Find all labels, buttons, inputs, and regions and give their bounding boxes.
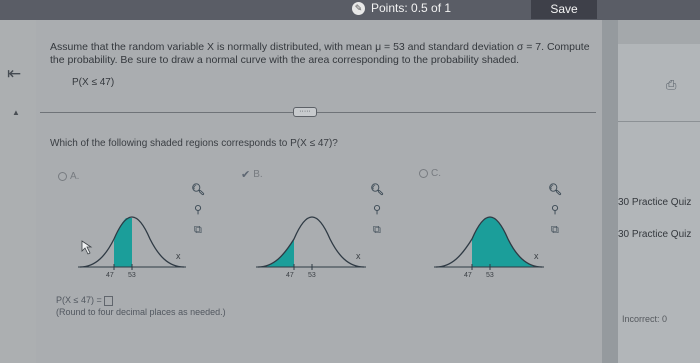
zoom-in-icon[interactable]: 🔍︎ [191, 185, 205, 196]
x-tick-label-53: 53 [128, 272, 136, 278]
answer-lhs: P(X ≤ 47) = [56, 295, 102, 305]
radio-icon[interactable] [58, 172, 67, 181]
option-b-label: B. [253, 169, 263, 180]
pop-out-icon[interactable]: ⧉ [551, 225, 559, 236]
option-a-label: A. [70, 171, 80, 182]
shaded-region [114, 218, 132, 267]
radio-icon[interactable] [419, 169, 428, 178]
points-indicator: ✎ Points: 0.5 of 1 [352, 1, 451, 15]
zoom-in-icon[interactable]: 🔍︎ [370, 185, 384, 196]
points-label: Points: 0.5 of 1 [371, 1, 452, 15]
points-icon: ✎ [352, 1, 365, 15]
option-c[interactable]: C. [419, 168, 441, 179]
pop-out-icon[interactable]: ⧉ [373, 225, 381, 236]
quiz-item[interactable]: 30 Practice Quiz [618, 229, 691, 240]
quiz-item[interactable]: 30 Practice Quiz [618, 197, 691, 208]
graph-a-tools: 🔍︎ ⚲ ⧉ [191, 185, 205, 236]
graph-c-tools: 🔍︎ ⚲ ⧉ [548, 185, 562, 236]
normal-curve [257, 216, 365, 268]
shaded-region [472, 217, 542, 267]
probability-expression: P(X ≤ 47) [72, 77, 115, 88]
x-tick-label-53: 53 [486, 272, 494, 278]
zoom-out-icon[interactable]: ⚲ [551, 205, 559, 216]
x-tick-label-47: 47 [286, 272, 294, 278]
sidebar-header [618, 20, 700, 44]
zoom-out-icon[interactable]: ⚲ [194, 205, 202, 216]
shaded-region [258, 239, 294, 267]
right-sidebar: ⎙ 30 Practice Quiz 30 Practice Quiz Inco… [618, 20, 700, 363]
graph-b-tools: 🔍︎ ⚲ ⧉ [370, 185, 384, 236]
graph-a: 47 53 x [78, 216, 186, 278]
panel-separator [602, 20, 618, 363]
back-arrow-icon[interactable]: ⇤ [7, 64, 21, 84]
checkmark-icon: ✔ [241, 169, 251, 181]
printer-icon[interactable]: ⎙ [666, 77, 676, 93]
graph-c: 47 53 x [434, 216, 544, 278]
x-axis-label: x [176, 251, 181, 261]
x-tick-label-53: 53 [308, 272, 316, 278]
answer-hint: (Round to four decimal places as needed.… [56, 307, 226, 317]
x-tick-label-47: 47 [464, 272, 472, 278]
save-button[interactable]: Save [531, 0, 597, 19]
question-text: Assume that the random variable X is nor… [50, 41, 590, 66]
mouse-cursor-icon [81, 240, 93, 255]
top-bar: ✎ Points: 0.5 of 1 Save [0, 0, 700, 20]
incorrect-count: Incorrect: 0 [622, 314, 668, 324]
more-button[interactable]: ····· [293, 107, 317, 117]
x-axis-label: x [534, 251, 539, 261]
option-b[interactable]: ✔ B. [241, 168, 263, 181]
pop-out-icon[interactable]: ⧉ [194, 225, 202, 236]
sidebar-divider [618, 121, 700, 122]
x-axis-label: x [356, 251, 361, 261]
answer-area: P(X ≤ 47) = (Round to four decimal place… [56, 294, 226, 318]
option-a[interactable]: A. [58, 171, 79, 182]
question-panel: Assume that the random variable X is nor… [36, 20, 602, 363]
x-tick-label-47: 47 [106, 272, 114, 278]
question-prompt: Which of the following shaded regions co… [50, 138, 338, 149]
option-c-label: C. [431, 168, 441, 179]
collapse-icon[interactable]: ▲ [12, 108, 20, 117]
zoom-in-icon[interactable]: 🔍︎ [548, 185, 562, 196]
answer-input[interactable] [103, 295, 113, 306]
divider [40, 112, 596, 113]
left-strip: ⇤ ▲ [0, 20, 36, 363]
graph-b: 47 53 x [256, 216, 366, 278]
zoom-out-icon[interactable]: ⚲ [373, 205, 381, 216]
